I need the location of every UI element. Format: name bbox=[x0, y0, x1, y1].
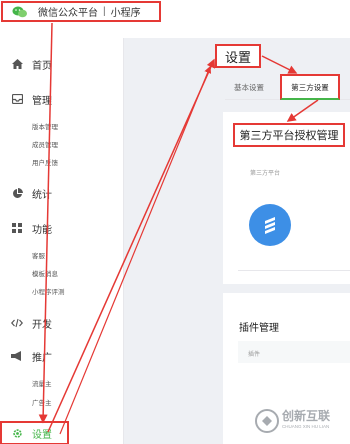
third-party-label: 第三方平台 bbox=[250, 171, 281, 177]
card-divider bbox=[238, 270, 350, 271]
plugin-column-label: 插件 bbox=[248, 352, 261, 358]
sidebar-item-settings[interactable]: 设置 bbox=[0, 421, 69, 444]
settings-tabs: 基本设置 第三方设置 bbox=[225, 74, 350, 100]
sidebar-subitem-members[interactable]: 成员管理 bbox=[32, 139, 58, 149]
tab-third-party-settings[interactable]: 第三方设置 bbox=[280, 74, 340, 100]
watermark-logo-icon bbox=[255, 409, 279, 433]
watermark: 创新互联 CHUANG XIN HU LIAN bbox=[252, 403, 350, 439]
sidebar-item-dev[interactable]: 开发 bbox=[0, 312, 124, 334]
sidebar-item-promote[interactable]: 推广 bbox=[0, 345, 124, 367]
sidebar-subitem-evaluation[interactable]: 小程序评测 bbox=[32, 286, 65, 296]
sidebar-subitem-template[interactable]: 模板消息 bbox=[32, 268, 58, 278]
sidebar-label-manage: 管理 bbox=[32, 95, 52, 107]
brand-box[interactable]: 微信公众平台 | 小程序 bbox=[1, 1, 161, 22]
sidebar-item-home[interactable]: 首页 bbox=[0, 53, 124, 75]
watermark-text: 创新互联 bbox=[282, 409, 331, 423]
gear-icon bbox=[11, 427, 23, 439]
grid-icon bbox=[11, 222, 23, 234]
third-party-card-title: 第三方平台授权管理 bbox=[233, 123, 345, 147]
app-name: 微信公众平台 bbox=[38, 8, 98, 19]
platform-logo-icon[interactable] bbox=[249, 204, 291, 246]
watermark-subtext: CHUANG XIN HU LIAN bbox=[282, 424, 330, 429]
third-party-card: 第三方平台授权管理 第三方平台 bbox=[223, 112, 350, 284]
sidebar-subitem-advertiser[interactable]: 广告主 bbox=[32, 397, 52, 407]
pie-chart-icon bbox=[11, 187, 23, 199]
sidebar-label-promote: 推广 bbox=[32, 352, 52, 364]
plugin-table-header: 插件 bbox=[238, 341, 350, 363]
sidebar-subitem-feedback[interactable]: 用户反馈 bbox=[32, 157, 58, 167]
sidebar-subitem-service[interactable]: 客服 bbox=[32, 250, 45, 260]
sidebar-subitem-version[interactable]: 版本管理 bbox=[32, 121, 58, 131]
top-header: 微信公众平台 | 小程序 bbox=[0, 0, 350, 38]
sidebar-item-manage[interactable]: 管理 bbox=[0, 88, 124, 110]
sidebar-label-stats: 统计 bbox=[32, 189, 52, 201]
sidebar-label-settings: 设置 bbox=[32, 429, 52, 441]
sidebar-label-features: 功能 bbox=[32, 224, 52, 236]
inbox-icon bbox=[11, 93, 23, 105]
sidebar-item-features[interactable]: 功能 bbox=[0, 217, 124, 239]
section-name: 小程序 bbox=[110, 8, 141, 19]
sidebar-subitem-traffic[interactable]: 流量主 bbox=[32, 378, 52, 388]
megaphone-icon bbox=[11, 350, 23, 362]
plugin-card-title: 插件管理 bbox=[239, 323, 279, 334]
home-icon bbox=[11, 58, 23, 70]
page-title: 设置 bbox=[215, 44, 261, 68]
wechat-logo-icon bbox=[12, 6, 27, 17]
sidebar-item-stats[interactable]: 统计 bbox=[0, 182, 124, 204]
arrow-title-to-tab bbox=[261, 55, 298, 74]
tab-basic-settings[interactable]: 基本设置 bbox=[234, 74, 264, 100]
code-icon bbox=[11, 317, 23, 329]
header-separator: | bbox=[103, 6, 106, 17]
sidebar-label-dev: 开发 bbox=[32, 319, 52, 331]
sidebar-label-home: 首页 bbox=[32, 60, 52, 72]
